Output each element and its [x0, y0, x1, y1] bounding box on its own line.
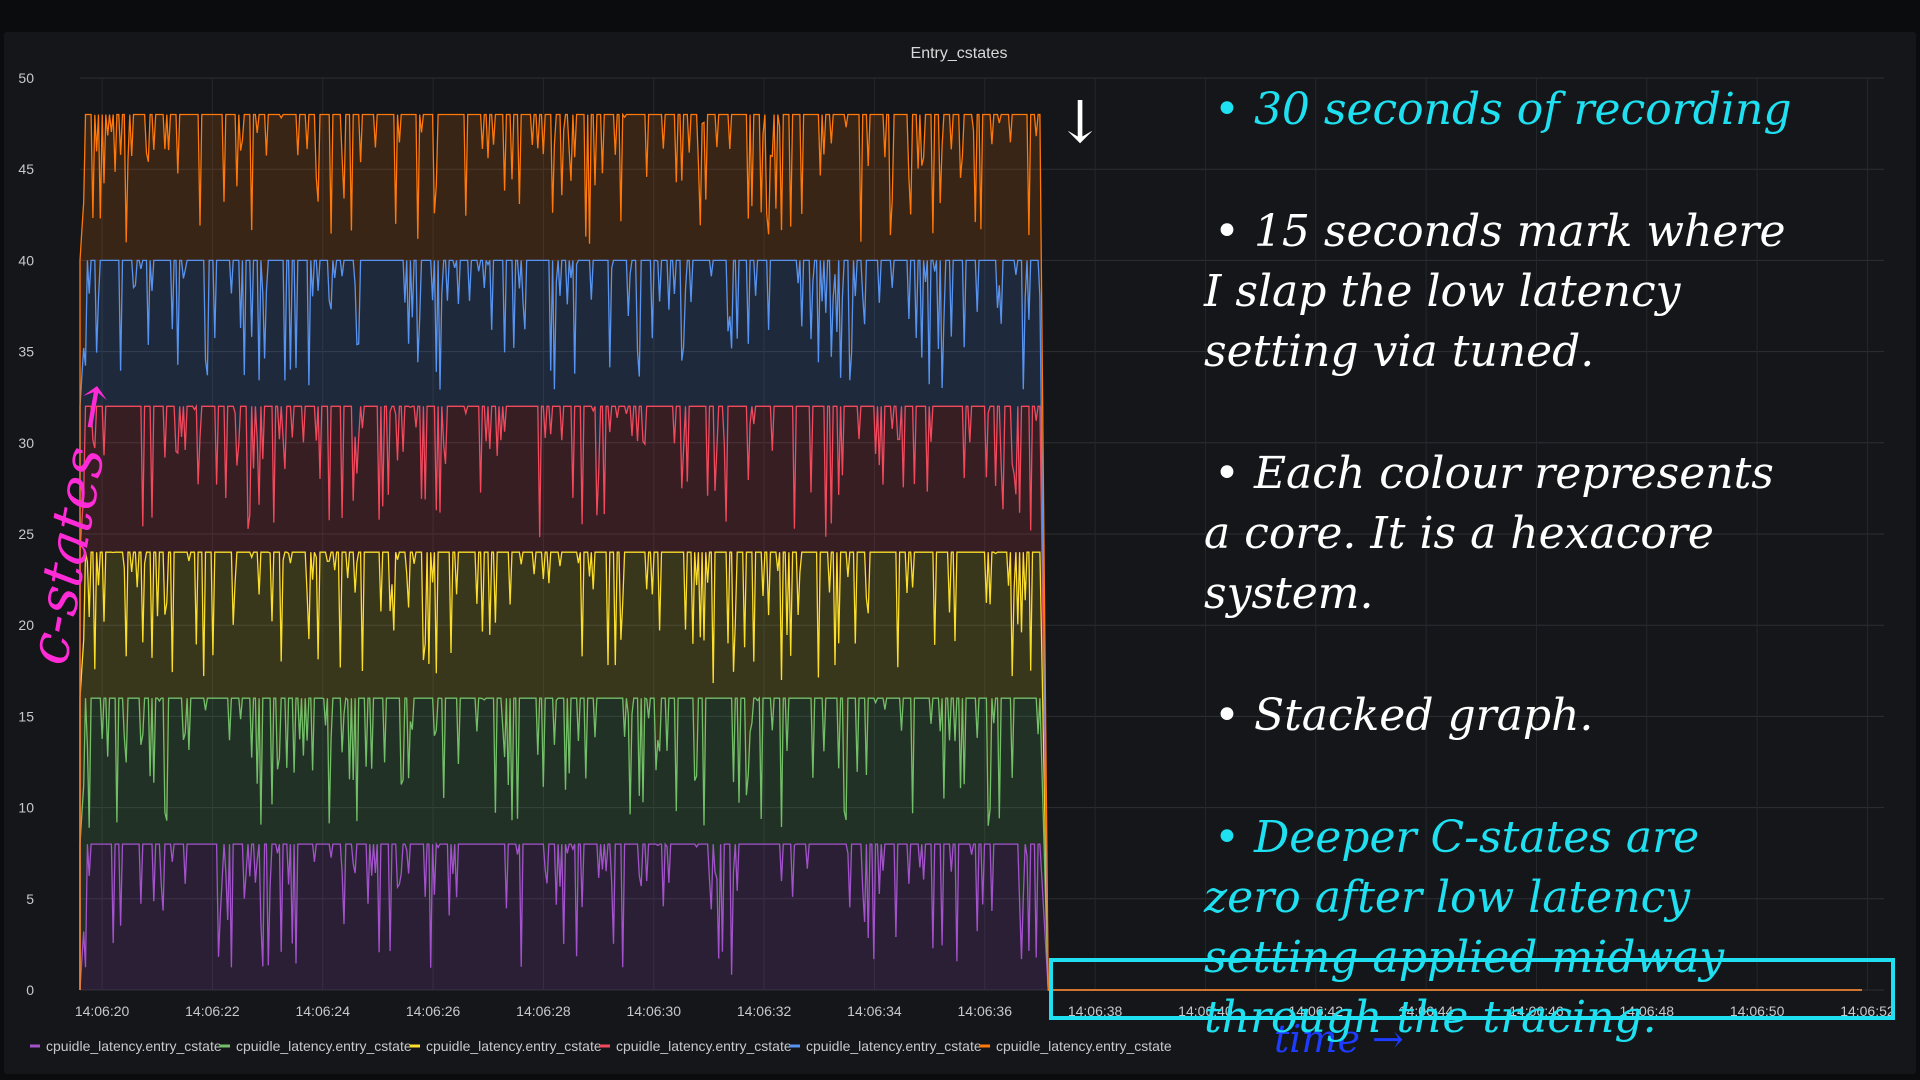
legend-item-core-6[interactable]: cpuidle_latency.entry_cstate: [980, 1038, 1172, 1054]
annotation-note-line: zero after low latency: [1203, 872, 1691, 923]
annotation-arrow: ↓: [1056, 88, 1105, 156]
stacked-area-chart: 05101520253035404550 14:06:20 14:06:22 14:…: [16, 45, 1895, 1061]
legend-item-core-1[interactable]: cpuidle_latency.entry_cstate: [30, 1038, 222, 1054]
x-tick-label: 14:06:26: [406, 1003, 461, 1019]
x-tick-label: 14:06:32: [737, 1003, 792, 1019]
legend-label: cpuidle_latency.entry_cstate: [806, 1038, 982, 1054]
y-tick-label: 10: [18, 800, 34, 816]
annotation-note-line: • Stacked graph.: [1214, 690, 1593, 741]
legend-item-core-3[interactable]: cpuidle_latency.entry_cstate: [410, 1038, 602, 1054]
legend-label: cpuidle_latency.entry_cstate: [236, 1038, 412, 1054]
y-tick-label: 50: [18, 70, 34, 86]
legend-label: cpuidle_latency.entry_cstate: [616, 1038, 792, 1054]
y-tick-label: 30: [18, 435, 34, 451]
x-tick-label: 14:06:28: [516, 1003, 571, 1019]
x-tick-label: 14:06:30: [626, 1003, 681, 1019]
legend-item-core-4[interactable]: cpuidle_latency.entry_cstate: [600, 1038, 792, 1054]
annotation-note-line: a core. It is a hexacore: [1204, 508, 1714, 559]
panel-title[interactable]: Entry_cstates: [911, 45, 1008, 62]
annotation-note-line: • 15 seconds mark where: [1214, 206, 1785, 257]
x-tick-label: 14:06:20: [75, 1003, 130, 1019]
annotation-note-line: • 30 seconds of recording: [1214, 84, 1791, 135]
legend-label: cpuidle_latency.entry_cstate: [46, 1038, 222, 1054]
grafana-panel: 0 5 10 15 20 25 30 35 40 45 50 14:06:20 14:06:22 14:…: [4, 32, 1916, 1074]
y-tick-label: 40: [18, 252, 34, 268]
x-tick-label: 14:06:34: [847, 1003, 902, 1019]
annotation-note-line: setting applied midway: [1204, 932, 1725, 983]
legend-label: cpuidle_latency.entry_cstate: [426, 1038, 602, 1054]
annotation-note-line: • Deeper C-states are: [1214, 812, 1699, 863]
legend-item-core-2[interactable]: cpuidle_latency.entry_cstate: [220, 1038, 412, 1054]
y-tick-label: 25: [18, 526, 34, 542]
legend-label: cpuidle_latency.entry_cstate: [996, 1038, 1172, 1054]
annotation-note-line: setting via tuned.: [1204, 326, 1594, 377]
screenshot: 0 5 10 15 20 25 30 35 40 45 50 14:06:20 14:06:22 14:…: [0, 0, 1920, 1080]
y-tick-label: 0: [26, 982, 34, 998]
x-tick-label: 14:06:36: [958, 1003, 1013, 1019]
y-tick-label: 35: [18, 344, 34, 360]
annotation-note-line: through the tracing.: [1204, 992, 1657, 1043]
legend-item-core-5[interactable]: cpuidle_latency.entry_cstate: [790, 1038, 982, 1054]
annotation-note-line: • Each colour represents: [1214, 448, 1774, 499]
y-tick-label: 45: [18, 161, 34, 177]
y-tick-label: 5: [26, 891, 34, 907]
x-tick-label: 14:06:24: [295, 1003, 350, 1019]
annotation-note-line: system.: [1204, 568, 1373, 619]
annotation-note-line: I slap the low latency: [1203, 266, 1682, 317]
y-tick-label: 15: [18, 708, 34, 724]
x-tick-label: 14:06:22: [185, 1003, 240, 1019]
